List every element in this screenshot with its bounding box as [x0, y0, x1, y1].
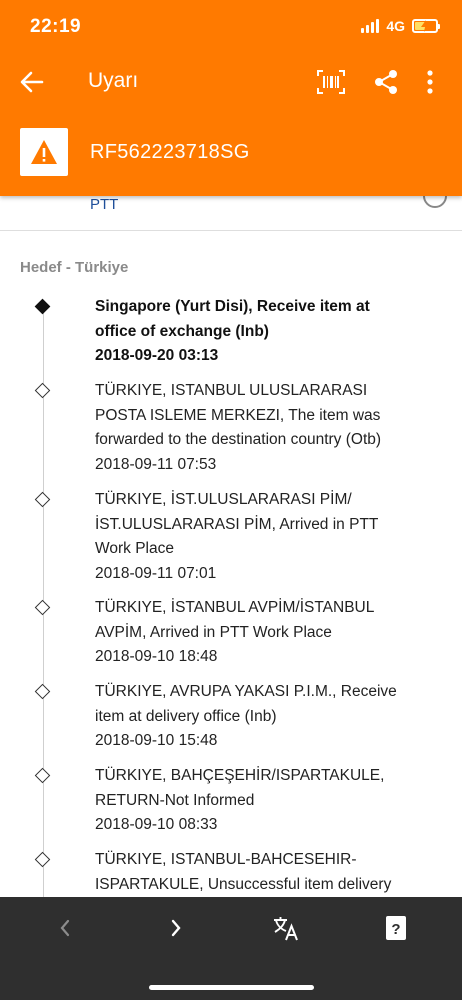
event-text: TÜRKIYE, ISTANBUL ULUSLARARASI POSTA ISLE… [95, 382, 382, 473]
diamond-outline-icon [34, 851, 51, 868]
chevron-right-icon[interactable] [158, 913, 194, 943]
status-time: 22:19 [30, 16, 82, 37]
diamond-outline-icon [34, 599, 51, 616]
app-header: 22:19 4G Uyarı RF562223718SG [0, 0, 462, 196]
event-text: TÜRKIYE, ISTANBUL-BAHCESEHIR- ISPARTAKULE… [95, 851, 392, 893]
diamond-outline-icon [34, 683, 51, 700]
more-vert-icon[interactable] [420, 68, 440, 96]
diamond-filled-icon [34, 298, 51, 315]
event-text: Singapore (Yurt Disi), Receive item at of… [95, 298, 370, 364]
status-bar: 22:19 4G [0, 0, 462, 54]
event-text: TÜRKIYE, BAHÇEŞEHİR/ISPARTAKULE, RETURN-N… [95, 767, 385, 833]
barcode-icon[interactable] [316, 68, 346, 96]
tracking-row: RF562223718SG [20, 126, 250, 178]
event-text: TÜRKIYE, AVRUPA YAKASI P.I.M., Receive it… [95, 683, 397, 749]
arrow-left-icon[interactable] [18, 68, 46, 96]
home-indicator[interactable] [149, 985, 314, 990]
warning-icon [20, 128, 68, 176]
diamond-outline-icon [34, 767, 51, 784]
event-text: TÜRKIYE, İSTANBUL AVPİM/İSTANBUL AVPİM, A… [95, 599, 375, 665]
status-icons: 4G [361, 18, 440, 34]
chevron-left-icon[interactable] [47, 913, 83, 943]
tracking-number: RF562223718SG [90, 140, 250, 163]
diamond-outline-icon [34, 382, 51, 399]
section-heading: Hedef - Türkiye [20, 259, 129, 276]
svg-text:?: ? [391, 921, 400, 938]
toolbar: Uyarı [0, 56, 462, 108]
network-type: 4G [386, 18, 405, 34]
page-title: Uyarı [88, 69, 139, 92]
divider [0, 230, 462, 231]
help-card-icon[interactable]: ? [378, 913, 414, 943]
share-icon[interactable] [371, 68, 401, 96]
battery-icon [412, 19, 440, 33]
carrier-name: PTT [90, 196, 119, 213]
diamond-outline-icon [34, 491, 51, 508]
event-text: TÜRKIYE, İST.ULUSLARARASI PİM/İST.ULUSLA… [95, 491, 379, 582]
translate-icon[interactable] [268, 913, 304, 943]
signal-icon [361, 19, 380, 33]
bottom-bar: ? [0, 897, 462, 1000]
